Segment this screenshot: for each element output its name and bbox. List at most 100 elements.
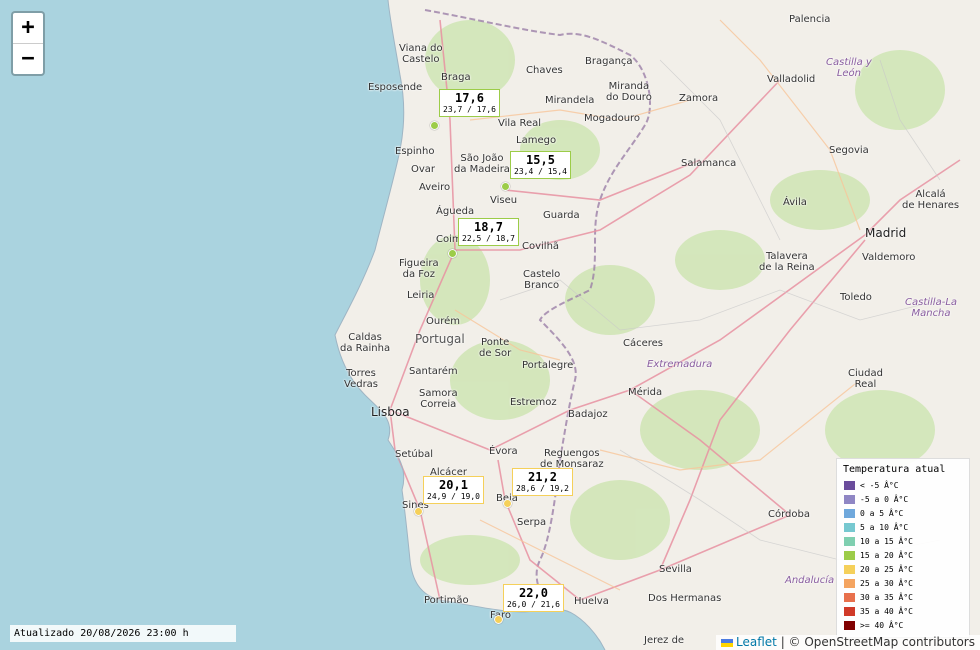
place-label: Huelva [574, 596, 609, 607]
place-label: Valdemoro [862, 252, 916, 263]
legend-swatch [844, 620, 855, 630]
place-label: Samora Correia [419, 388, 458, 410]
place-label: Cáceres [623, 338, 664, 349]
place-label: Ourém [426, 316, 460, 327]
place-label: Viana do Castelo [399, 43, 443, 65]
station-dot[interactable] [448, 249, 457, 258]
map-canvas[interactable]: Viana do Castelo Braga Chaves Bragança Espos… [0, 0, 980, 650]
legend-row: 30 a 35 Â°C [837, 590, 969, 604]
place-label: Leiria [407, 290, 435, 301]
place-label: Portugal [415, 332, 465, 346]
legend-title: Temperatura atual [843, 464, 946, 475]
place-label: Córdoba [768, 509, 810, 520]
place-label: Zamora [679, 93, 719, 104]
place-label: Andalucía [785, 575, 835, 586]
legend-swatch [844, 606, 855, 616]
zoom-control: + − [11, 11, 45, 76]
station-dot[interactable] [501, 182, 510, 191]
legend-swatch [844, 508, 855, 518]
place-label: Esposende [368, 82, 423, 93]
place-label: Serpa [517, 517, 547, 528]
station-max-min: 23,4 / 15,4 [514, 167, 567, 176]
legend-swatch [844, 578, 855, 588]
place-label: Castilla y León [826, 57, 872, 79]
legend-label: 15 a 20 Â°C [860, 550, 913, 560]
legend-row: 25 a 30 Â°C [837, 576, 969, 590]
station-temperature: 20,1 [439, 478, 468, 492]
legend-row: 15 a 20 Â°C [837, 548, 969, 562]
legend-row: 10 a 15 Â°C [837, 534, 969, 548]
place-label: Espinho [395, 146, 435, 157]
legend-label: 0 a 5 Â°C [860, 508, 904, 518]
place-label: Jerez de [644, 635, 685, 646]
place-label: Viseu [490, 195, 518, 206]
place-label: Braga [441, 72, 471, 83]
station-label[interactable]: 21,2 28,6 / 19,2 [512, 468, 573, 496]
station-label[interactable]: 17,6 23,7 / 17,6 [439, 89, 500, 117]
leaflet-link[interactable]: Leaflet [736, 635, 777, 649]
station-dot[interactable] [494, 615, 503, 624]
place-label: Bragança [585, 56, 633, 67]
legend-label: >= 40 Â°C [860, 620, 904, 630]
place-label: Alcalá de Henares [902, 189, 960, 211]
station-label[interactable]: 20,1 24,9 / 19,0 [423, 476, 484, 504]
station-label[interactable]: 18,7 22,5 / 18,7 [458, 218, 519, 246]
legend-swatch [844, 522, 855, 532]
place-label: Mérida [628, 387, 663, 398]
place-label: Lamego [516, 135, 557, 146]
place-label: Reguengos de Monsaraz [540, 448, 604, 470]
legend-label: 35 a 40 Â°C [860, 606, 913, 616]
station-max-min: 23,7 / 17,6 [443, 105, 496, 114]
legend-label: 10 a 15 Â°C [860, 536, 913, 546]
station-max-min: 26,0 / 21,6 [507, 600, 560, 609]
station-dot[interactable] [503, 499, 512, 508]
place-label: Setúbal [395, 449, 434, 460]
place-label: Mirandela [545, 95, 595, 106]
legend-row: 5 a 10 Â°C [837, 520, 969, 534]
legend-swatch [844, 564, 855, 574]
legend-swatch [844, 592, 855, 602]
place-label: Santarém [409, 366, 458, 377]
place-label: Lisboa [371, 405, 410, 419]
station-label[interactable]: 15,5 23,4 / 15,4 [510, 151, 571, 179]
station-temperature: 15,5 [526, 153, 555, 167]
place-label: São João da Madeira [454, 153, 510, 175]
legend-label: 20 a 25 Â°C [860, 564, 913, 574]
place-label: Valladolid [767, 74, 816, 85]
legend-swatch [844, 494, 855, 504]
place-label: Mogadouro [584, 113, 641, 124]
place-label: Évora [489, 446, 518, 457]
legend-label: 25 a 30 Â°C [860, 578, 913, 588]
place-label: Ciudad Real [848, 368, 883, 390]
place-label: Castelo Branco [523, 269, 561, 291]
temperature-legend: Temperatura atual < -5 Â°C -5 a 0 Â°C 0 a … [836, 458, 970, 638]
station-temperature: 21,2 [528, 470, 557, 484]
station-label[interactable]: 22,0 26,0 / 21,6 [503, 584, 564, 612]
ukraine-flag-icon [721, 638, 734, 647]
osm-attribution-text: | © OpenStreetMap contributors [776, 635, 975, 649]
station-temperature: 17,6 [455, 91, 484, 105]
place-label: Sevilla [659, 564, 692, 575]
place-label: Salamanca [681, 158, 737, 169]
place-label: Ovar [411, 164, 436, 175]
legend-row: >= 40 Â°C [837, 618, 969, 632]
legend-label: -5 a 0 Â°C [860, 494, 909, 504]
place-label: Chaves [526, 65, 563, 76]
legend-row: 20 a 25 Â°C [837, 562, 969, 576]
legend-label: 5 a 10 Â°C [860, 522, 909, 532]
zoom-out-button[interactable]: − [13, 44, 43, 74]
place-label: Portalegre [522, 360, 574, 371]
place-label: Guarda [543, 210, 580, 221]
legend-swatch [844, 480, 855, 490]
legend-label: 30 a 35 Â°C [860, 592, 913, 602]
station-max-min: 22,5 / 18,7 [462, 234, 515, 243]
station-temperature: 22,0 [519, 586, 548, 600]
legend-items: < -5 Â°C -5 a 0 Â°C 0 a 5 Â°C 5 a 10 Â°C 10 … [837, 478, 969, 632]
place-label: Madrid [865, 226, 907, 240]
legend-label: < -5 Â°C [860, 480, 899, 490]
legend-row: 0 a 5 Â°C [837, 506, 969, 520]
station-dot[interactable] [414, 507, 423, 516]
station-dot[interactable] [430, 121, 439, 130]
place-label: Figueira da Foz [399, 258, 439, 280]
zoom-in-button[interactable]: + [13, 13, 43, 44]
